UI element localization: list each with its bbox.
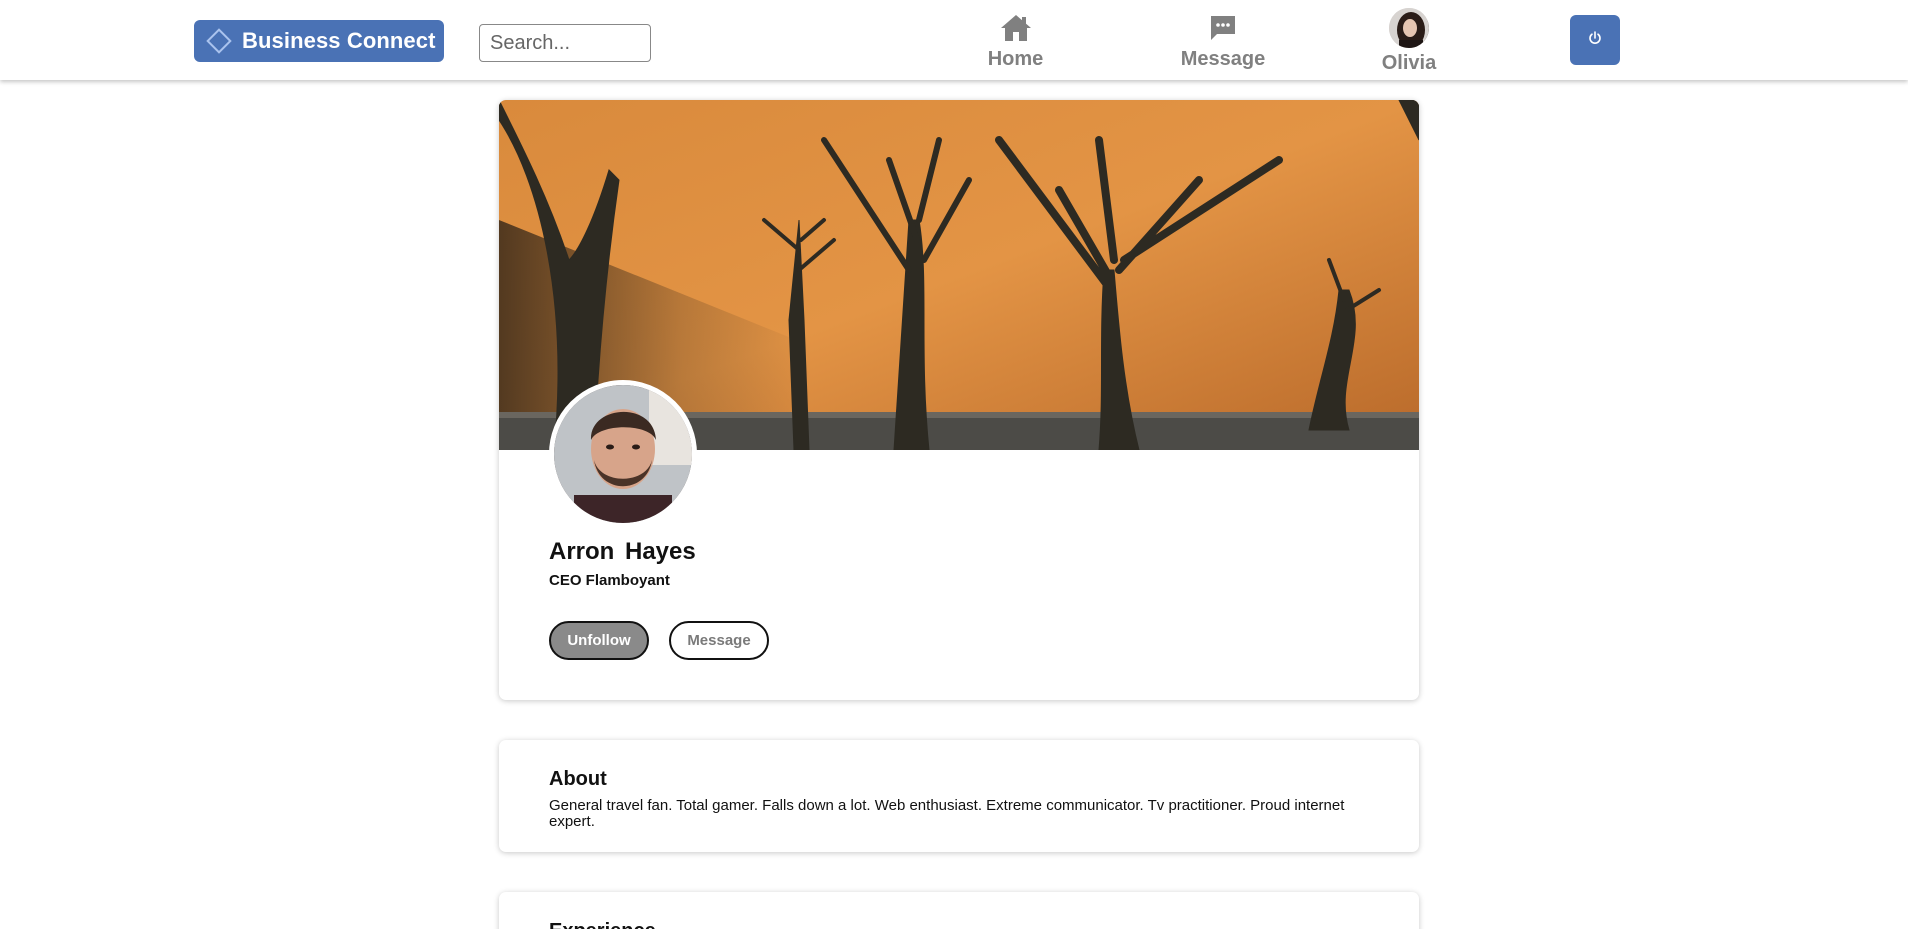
profile-job-title: CEO Flamboyant [549,572,670,589]
power-icon [1587,30,1603,51]
experience-card: Experience [499,892,1419,929]
brand-name: Business Connect [242,28,436,53]
chat-bubble-icon [1209,12,1237,44]
profile-name: Arron Hayes [549,538,696,565]
experience-heading: Experience [549,920,656,929]
about-heading: About [549,768,607,790]
home-icon [1000,12,1032,44]
message-button[interactable]: Message [669,621,769,660]
nav-user-label: Olivia [1381,52,1437,74]
profile-card: Arron Hayes CEO Flamboyant Unfollow Mess… [499,100,1419,700]
search-input[interactable] [479,24,651,62]
logout-button[interactable] [1570,15,1620,65]
nav-message-label: Message [1180,48,1266,70]
brand-logo-button[interactable]: Business Connect [194,20,444,62]
unfollow-button[interactable]: Unfollow [549,621,649,660]
nav-home-label: Home [987,48,1044,70]
nav-message[interactable]: Message [1180,12,1266,71]
about-text: General travel fan. Total gamer. Falls d… [549,797,1345,830]
profile-avatar [549,380,697,528]
user-avatar [1389,8,1429,48]
top-navbar: Business Connect Home Message [0,0,1908,80]
diamond-logo-icon [202,24,236,58]
nav-home[interactable]: Home [988,12,1043,71]
nav-user-profile[interactable]: Olivia [1380,8,1438,75]
about-card: About General travel fan. Total gamer. F… [499,740,1419,852]
